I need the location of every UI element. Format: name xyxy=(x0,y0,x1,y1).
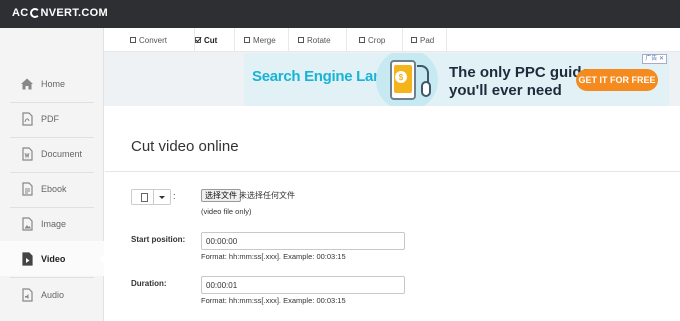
ad-cta-button[interactable]: GET IT FOR FREE xyxy=(576,69,658,91)
tab-merge[interactable]: Merge xyxy=(234,28,289,52)
page-title: Cut video online xyxy=(131,138,239,155)
phone-icon: $ xyxy=(390,60,416,100)
sidebar-item-label: Video xyxy=(41,253,66,264)
checkbox-icon xyxy=(298,37,304,43)
tab-crop[interactable]: Crop xyxy=(349,28,403,52)
pdf-icon xyxy=(22,111,33,126)
tab-label: Cut xyxy=(204,35,218,45)
checkbox-checked-icon xyxy=(195,37,201,43)
sidebar: Home PDF Document Ebook Image Video Audi… xyxy=(0,28,105,321)
tab-label: Merge xyxy=(253,35,276,45)
checkbox-icon xyxy=(359,37,365,43)
ad-banner[interactable]: Search Engine Land $ The only PPC guide … xyxy=(244,53,669,106)
sidebar-item-label: PDF xyxy=(41,113,59,124)
sidebar-item-label: Document xyxy=(41,148,83,159)
top-bar: AC NVERT.COM xyxy=(0,0,680,28)
ad-headline-1: The only PPC guide xyxy=(449,64,590,81)
dollar-icon: $ xyxy=(395,71,407,83)
ebook-icon xyxy=(22,181,33,196)
choose-file-button[interactable]: 选择文件 xyxy=(201,189,241,202)
tab-label: Pad xyxy=(420,35,435,45)
checkbox-icon xyxy=(244,37,250,43)
audio-icon xyxy=(22,287,33,302)
sidebar-item-image[interactable]: Image xyxy=(0,206,104,241)
logo-suffix: NVERT.COM xyxy=(40,7,108,19)
document-icon xyxy=(22,146,33,161)
duration-label: Duration: xyxy=(131,279,167,288)
duration-hint: Format: hh:mm:ss[.xxx]. Example: 00:03:1… xyxy=(201,296,346,305)
sidebar-item-home[interactable]: Home xyxy=(0,66,104,101)
sidebar-item-audio[interactable]: Audio xyxy=(0,277,104,312)
home-icon xyxy=(21,78,33,89)
tab-cut[interactable]: Cut xyxy=(185,28,235,52)
sidebar-item-pdf[interactable]: PDF xyxy=(0,101,104,136)
site-logo[interactable]: AC NVERT.COM xyxy=(12,7,108,19)
duration-input[interactable] xyxy=(201,276,405,294)
start-position-label: Start position: xyxy=(131,235,186,244)
sidebar-item-video[interactable]: Video xyxy=(0,241,105,276)
file-hint: (video file only) xyxy=(201,207,252,216)
checkbox-icon xyxy=(411,37,417,43)
tool-tabs: Convert Cut Merge Rotate Crop Pad xyxy=(104,28,680,52)
sidebar-item-ebook[interactable]: Ebook xyxy=(0,171,104,206)
start-position-hint: Format: hh:mm:ss[.xxx]. Example: 00:03:1… xyxy=(201,252,346,261)
sidebar-item-document[interactable]: Document xyxy=(0,136,104,171)
logo-recycle-icon xyxy=(29,8,40,18)
tab-label: Crop xyxy=(368,35,386,45)
checkbox-icon xyxy=(130,37,136,43)
tab-pad[interactable]: Pad xyxy=(401,28,447,52)
caret-down-icon[interactable] xyxy=(159,196,165,199)
tab-label: Convert xyxy=(139,35,168,45)
divider xyxy=(105,171,680,172)
video-icon xyxy=(22,251,33,266)
source-colon: : xyxy=(173,191,176,201)
sidebar-item-label: Ebook xyxy=(41,183,67,194)
start-position-input[interactable] xyxy=(201,232,405,250)
file-icon xyxy=(141,193,148,202)
sidebar-item-label: Audio xyxy=(41,289,65,300)
ad-headline-2: you'll ever need xyxy=(449,82,562,99)
ad-brand: Search Engine Land xyxy=(252,68,391,85)
mouse-icon xyxy=(421,81,431,97)
tab-rotate[interactable]: Rotate xyxy=(288,28,347,52)
ad-choices-badge[interactable]: 广告 ✕ xyxy=(642,54,667,64)
no-file-text: 未选择任何文件 xyxy=(239,191,295,200)
tab-convert[interactable]: Convert xyxy=(120,28,195,52)
image-icon xyxy=(22,216,33,231)
logo-prefix: AC xyxy=(12,7,29,19)
sidebar-item-label: Image xyxy=(41,218,67,229)
tab-label: Rotate xyxy=(307,35,331,45)
divider xyxy=(153,190,154,204)
source-dropdown-button[interactable] xyxy=(131,189,171,205)
sidebar-item-label: Home xyxy=(41,78,66,89)
